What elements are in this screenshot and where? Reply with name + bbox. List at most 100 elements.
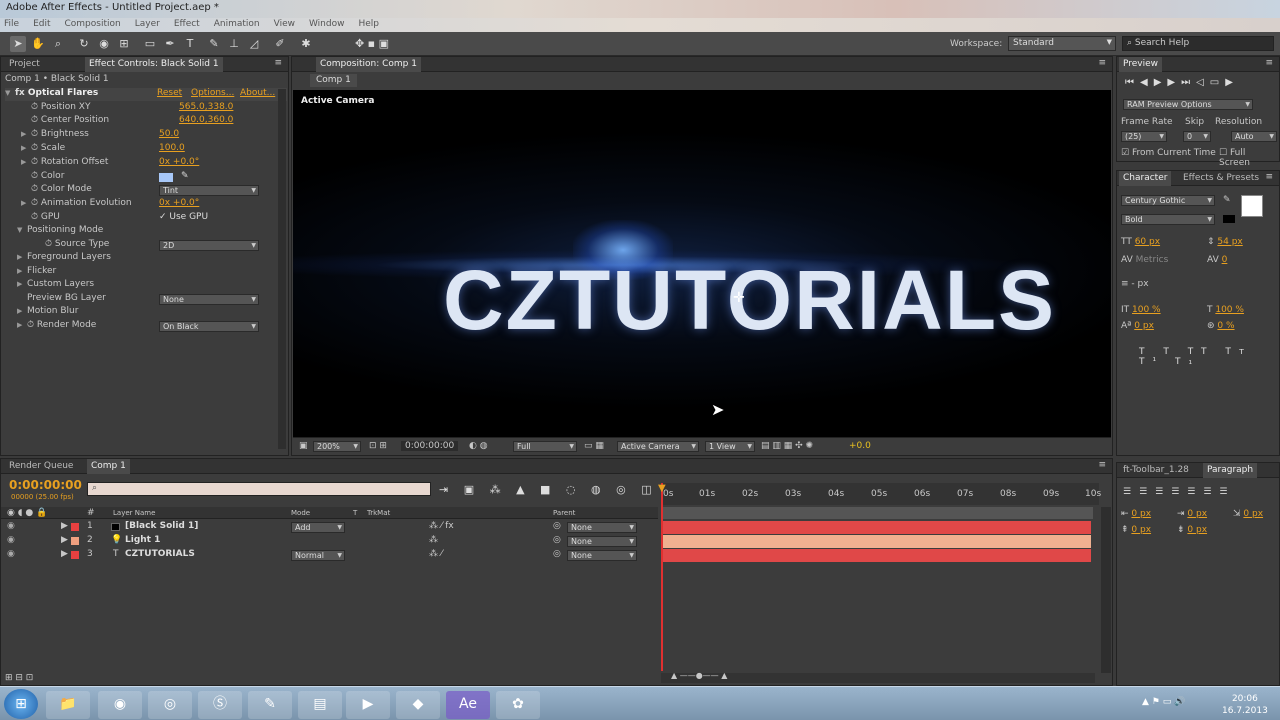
triangle-right-icon[interactable]: ▶	[17, 253, 27, 261]
stroke-value[interactable]: - px	[1131, 279, 1148, 289]
prop-value[interactable]: 100.0	[159, 143, 185, 153]
layer-name[interactable]: [Black Solid 1]	[125, 521, 198, 531]
current-time-indicator[interactable]	[661, 483, 663, 671]
workspace-dropdown[interactable]: Standard ▼	[1008, 36, 1116, 51]
eyedropper-icon[interactable]: ✎	[1223, 195, 1231, 205]
tab-effect-controls[interactable]: Effect Controls: Black Solid 1	[85, 57, 223, 72]
full-screen-checkbox[interactable]: ☐ Full Screen	[1219, 148, 1279, 168]
triangle-down-icon[interactable]: ▼	[17, 226, 27, 234]
indent-right-value[interactable]: 0 px	[1187, 509, 1207, 519]
kerning-value[interactable]: Metrics	[1136, 255, 1169, 265]
grid-icons[interactable]: ▤ ▥ ▦ ✣ ✺	[761, 441, 813, 451]
panel-menu-icon[interactable]: ≡	[1265, 172, 1273, 182]
playback-controls-icon[interactable]: ⏮◀▶▶⏭◁▭▶	[1125, 77, 1239, 88]
baseline-value[interactable]: 0 px	[1134, 321, 1154, 331]
search-help-input[interactable]: ⌕ Search Help	[1122, 36, 1274, 51]
timeline-switches-icons[interactable]: ⇥ ▣ ⁂ ▲ ■ ◌ ◍ ◎ ◫	[439, 483, 658, 496]
tab-composition[interactable]: Composition: Comp 1	[316, 57, 421, 72]
space-after-value[interactable]: 0 px	[1187, 525, 1207, 535]
paint-icon[interactable]: ✿	[496, 691, 540, 719]
table-row[interactable]: ◉ ▶ 3 T CZTUTORIALS Normal ⁂ ⁄ ◎ None	[1, 549, 656, 562]
puppet-tool-icon[interactable]: ✱	[298, 36, 314, 52]
layer-switches-icon[interactable]: ⁂	[429, 535, 438, 545]
panel-menu-icon[interactable]: ≡	[274, 58, 282, 68]
from-current-time-checkbox[interactable]: ☑ From Current Time	[1121, 148, 1216, 158]
media-player-icon[interactable]: ▶	[346, 691, 390, 719]
visibility-eye-icon[interactable]: ◉	[7, 535, 15, 545]
fill-color-swatch[interactable]	[1241, 195, 1263, 217]
visibility-eye-icon[interactable]: ◉	[7, 549, 15, 559]
clone-tool-icon[interactable]: ⊥	[226, 36, 242, 52]
camera-tool-icon[interactable]: ◉	[96, 36, 112, 52]
layer-duration-bar[interactable]	[663, 521, 1091, 534]
safe-zones-icon[interactable]: ⊡ ⊞	[369, 441, 387, 451]
rotate-tool-icon[interactable]: ↻	[76, 36, 92, 52]
layer-name[interactable]: Light 1	[125, 535, 160, 545]
tab-comp-1[interactable]: Comp 1	[87, 459, 130, 474]
menu-file[interactable]: File	[4, 19, 19, 31]
menu-layer[interactable]: Layer	[135, 19, 160, 31]
col-layer-name[interactable]: Layer Name	[113, 509, 155, 517]
text-tool-icon[interactable]: T	[182, 36, 198, 52]
layer-duration-bar[interactable]	[663, 535, 1091, 548]
prop-value[interactable]: 0x +0.0°	[159, 157, 199, 167]
panel-menu-icon[interactable]: ≡	[1265, 58, 1273, 68]
always-preview-icon[interactable]: ▣	[299, 441, 308, 451]
vertical-scale-value[interactable]: 100 %	[1132, 305, 1161, 315]
panel-menu-icon[interactable]: ≡	[1098, 460, 1106, 470]
triangle-right-icon[interactable]: ▶	[17, 267, 27, 275]
render-mode-dropdown[interactable]: On Black	[159, 321, 259, 332]
taskbar-clock[interactable]: 20:06 16.7.2013	[1222, 693, 1268, 717]
playhead-icon[interactable]: ▼	[658, 483, 666, 494]
after-effects-icon[interactable]: Ae	[446, 691, 490, 719]
zoom-dropdown[interactable]: 200%	[313, 441, 361, 452]
source-type-dropdown[interactable]: 2D	[159, 240, 259, 251]
visibility-eye-icon[interactable]: ◉	[7, 521, 15, 531]
roto-brush-tool-icon[interactable]: ✐	[272, 36, 288, 52]
layer-name[interactable]: CZTUTORIALS	[125, 549, 195, 559]
preview-resolution-dropdown[interactable]: Auto	[1231, 131, 1277, 142]
view-layout-dropdown[interactable]: 1 View	[705, 441, 755, 452]
resolution-dropdown[interactable]: Full	[513, 441, 577, 452]
triangle-right-icon[interactable]: ▶	[61, 535, 68, 545]
color-swatch[interactable]	[159, 173, 173, 182]
font-style-dropdown[interactable]: Bold	[1121, 214, 1215, 225]
use-gpu-checkbox[interactable]: ✓ Use GPU	[159, 212, 208, 222]
horizontal-scale-value[interactable]: 100 %	[1215, 305, 1244, 315]
file-explorer-icon[interactable]: 📁	[46, 691, 90, 719]
winrar-icon[interactable]: ▤	[298, 691, 342, 719]
pickwhip-icon[interactable]: ◎	[553, 549, 561, 559]
axis-mode-icon[interactable]: ✥ ▪ ▣	[352, 36, 392, 52]
region-of-interest-icon[interactable]: ▭ ▦	[584, 441, 604, 451]
indent-first-value[interactable]: 0 px	[1243, 509, 1263, 519]
layer-parent-dropdown[interactable]: None	[567, 550, 637, 561]
preview-bg-dropdown[interactable]: None	[159, 294, 259, 305]
notes-icon[interactable]: ✎	[248, 691, 292, 719]
tracking-value[interactable]: 0	[1222, 255, 1228, 265]
ram-preview-dropdown[interactable]: RAM Preview Options	[1123, 99, 1253, 110]
selection-tool-icon[interactable]: ➤	[10, 36, 26, 52]
alignment-buttons-icon[interactable]: ☰☰☰☰☰☰☰	[1123, 487, 1235, 497]
indent-left-value[interactable]: 0 px	[1131, 509, 1151, 519]
layer-mode-dropdown[interactable]: Add	[291, 522, 345, 533]
eraser-tool-icon[interactable]: ◿	[246, 36, 262, 52]
layer-duration-bar[interactable]	[663, 549, 1091, 562]
pen-tool-icon[interactable]: ✒	[162, 36, 178, 52]
tab-preview[interactable]: Preview	[1119, 57, 1163, 72]
faux-style-buttons-icon[interactable]: T T TT Tт T¹ T₁	[1139, 347, 1279, 367]
frame-rate-dropdown[interactable]: (25)	[1121, 131, 1167, 142]
menu-effect[interactable]: Effect	[174, 19, 200, 31]
timeline-scrollbar[interactable]	[1101, 507, 1111, 673]
firefox-icon[interactable]: ◉	[98, 691, 142, 719]
tab-paragraph[interactable]: Paragraph	[1203, 463, 1258, 478]
tab-character[interactable]: Character	[1119, 171, 1172, 186]
effect-panel-scrollbar[interactable]	[278, 89, 286, 449]
start-button-icon[interactable]: ⊞	[4, 689, 38, 719]
zoom-tool-icon[interactable]: ⌕	[50, 36, 66, 52]
layer-search-input[interactable]: ⌕	[87, 482, 431, 496]
table-row[interactable]: ◉ ▶ 2 💡 Light 1 ⁂ ◎ None	[1, 535, 656, 548]
composition-viewer[interactable]: CZTUTORIALS ✛ ➤ Active Camera	[293, 90, 1111, 437]
table-row[interactable]: ◉ ▶ 1 [Black Solid 1] Add ⁂ ⁄ fx ◎ None	[1, 521, 656, 534]
options-link[interactable]: Options...	[191, 88, 234, 98]
prop-value[interactable]: 565.0,338.0	[179, 102, 233, 112]
